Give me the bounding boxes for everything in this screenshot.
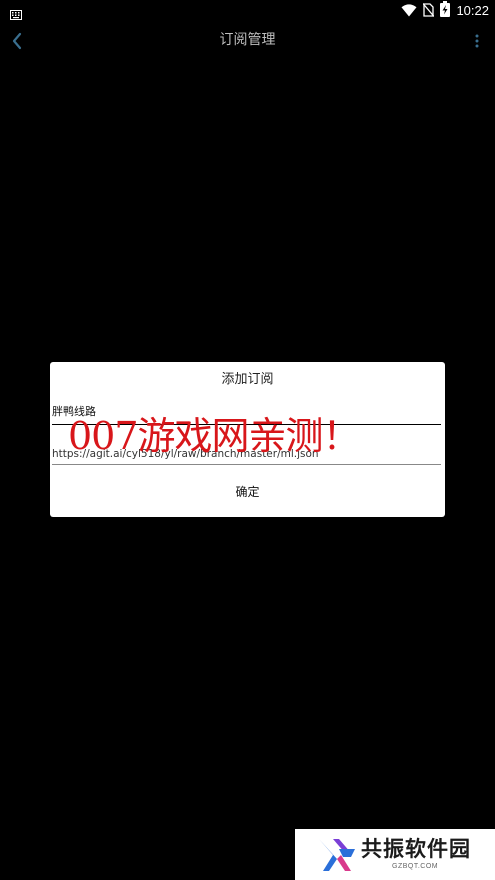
page-title: 订阅管理 <box>219 32 276 48</box>
status-time: 10:22 <box>456 3 489 18</box>
site-logo-badge: 共振软件园 GZBQT.COM <box>295 829 495 880</box>
more-vert-icon <box>475 34 479 48</box>
app-bar: 订阅管理 <box>0 22 495 60</box>
logo-domain: GZBQT.COM <box>392 863 439 870</box>
logo-icon <box>315 835 355 875</box>
battery-charging-icon <box>440 1 451 21</box>
watermark-text: 007游戏网亲测！ <box>68 414 361 458</box>
more-options-button[interactable] <box>473 31 481 51</box>
dialog-title: 添加订阅 <box>221 372 274 387</box>
confirm-button[interactable]: 确定 <box>50 483 445 501</box>
wifi-icon <box>401 2 417 21</box>
no-sim-icon <box>422 2 435 21</box>
keyboard-icon <box>10 5 22 20</box>
logo-name: 共振软件园 <box>361 837 471 861</box>
status-bar: 10:22 <box>0 0 495 22</box>
